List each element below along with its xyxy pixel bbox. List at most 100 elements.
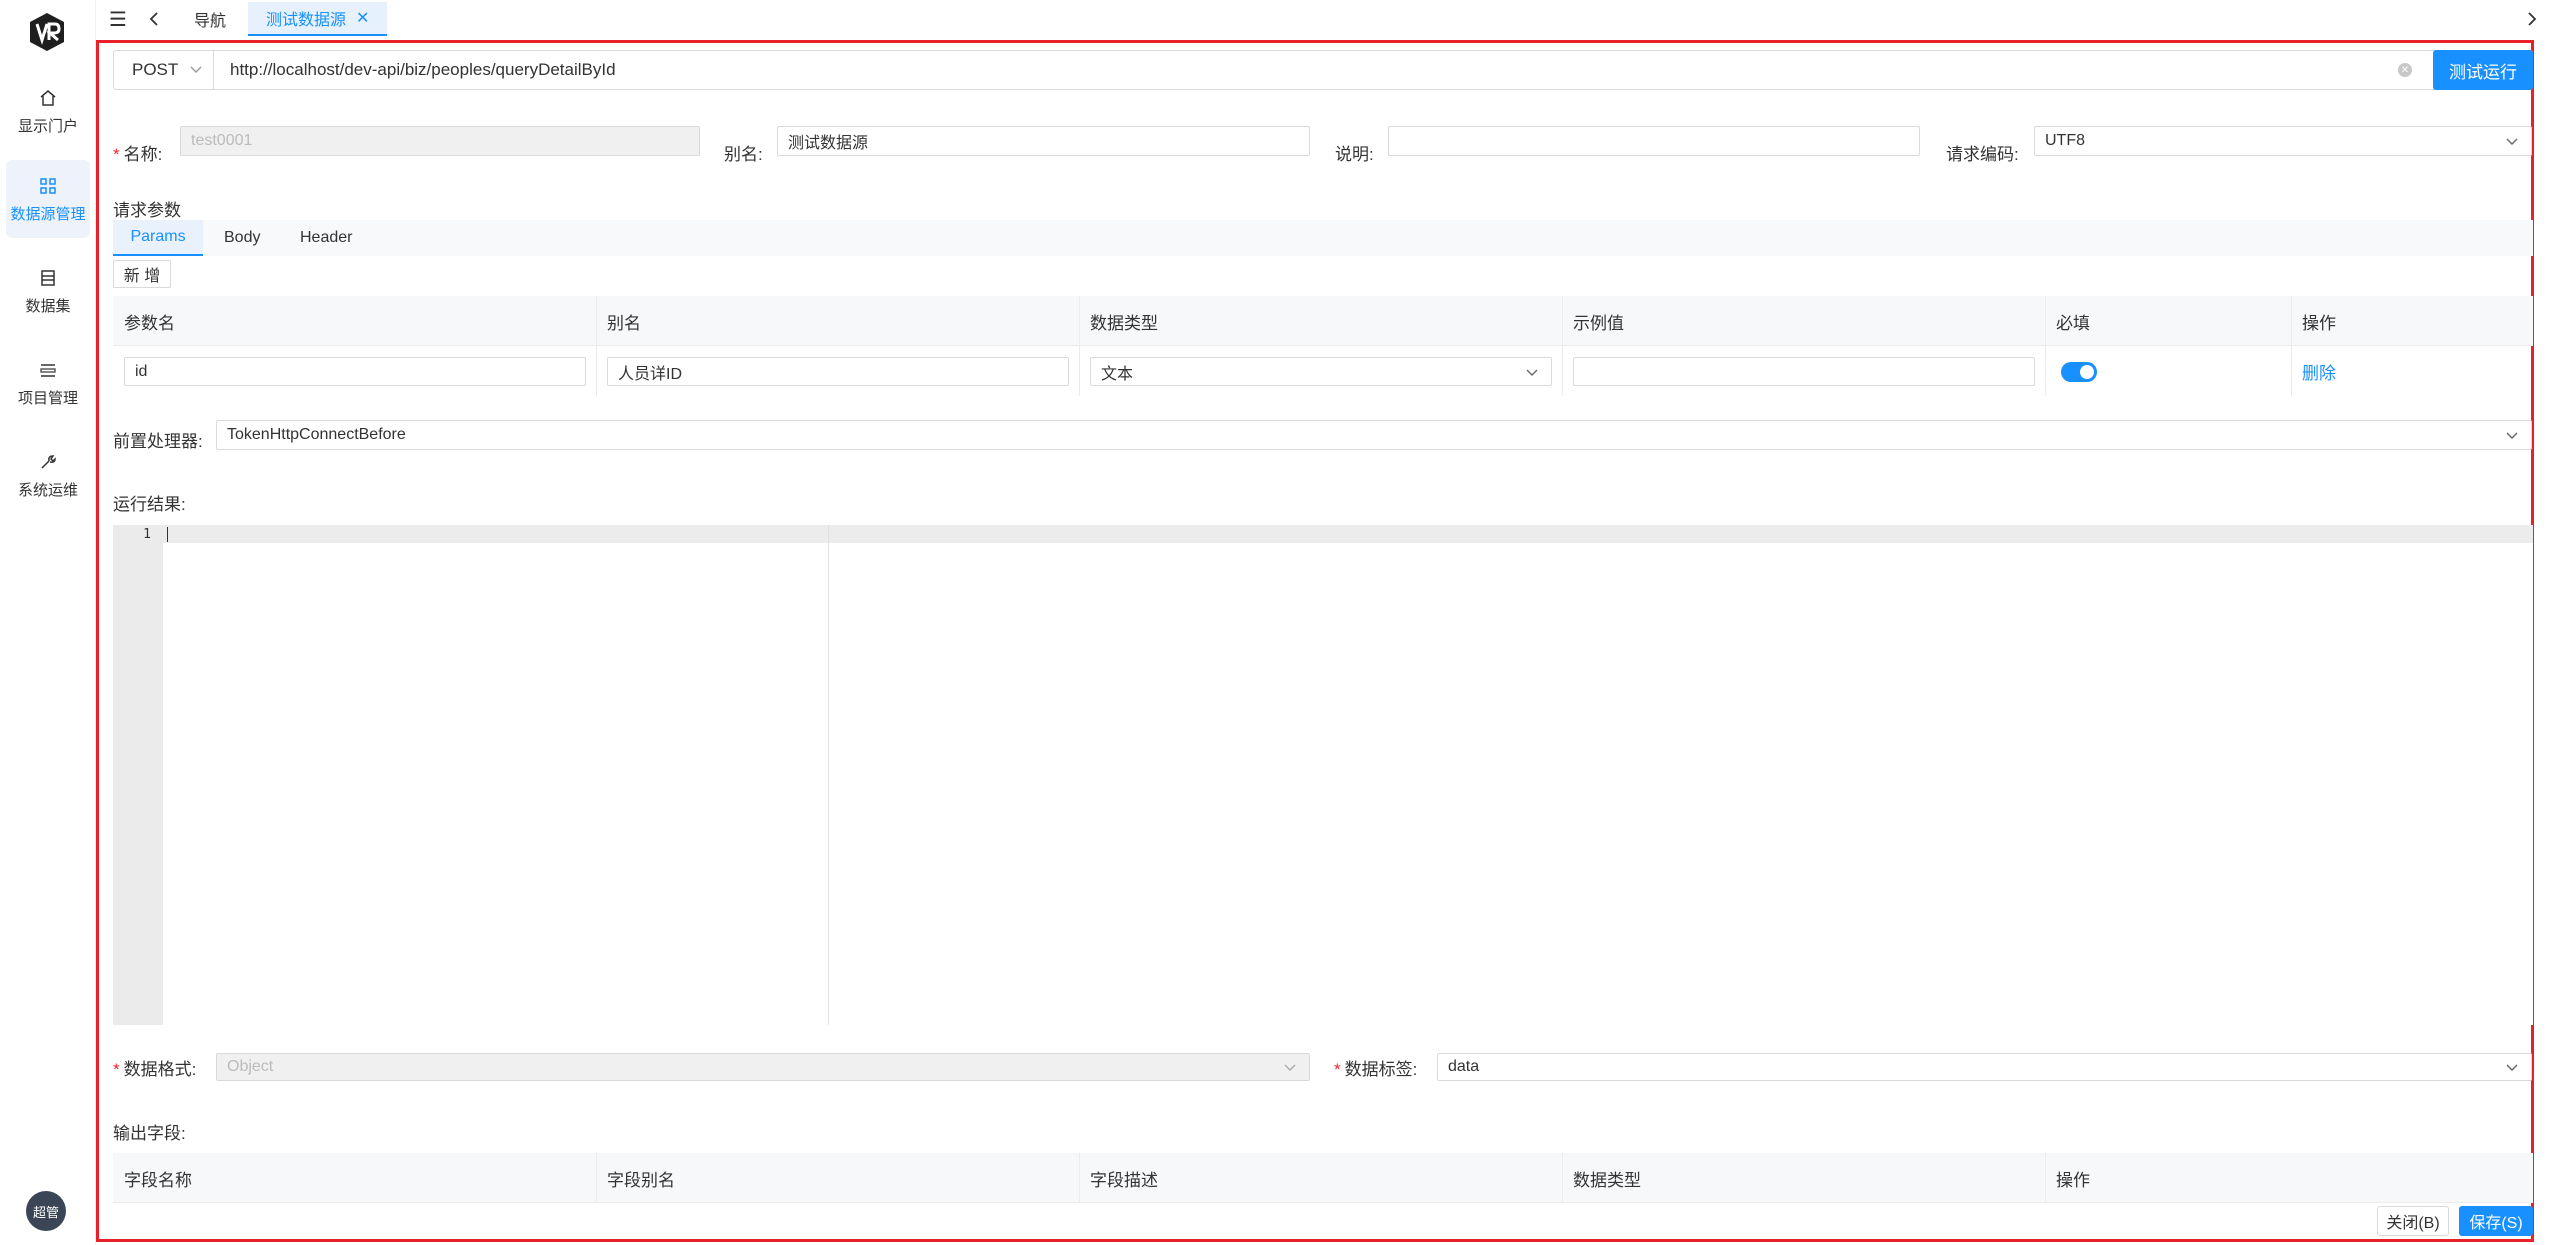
sidebar-item-dataset[interactable]: 数据集 [6,252,90,330]
column-divider [1079,1153,1080,1203]
save-button[interactable]: 保存(S) [2459,1206,2533,1236]
encoding-select[interactable]: UTF8 [2034,126,2532,156]
params-table: 参数名 别名 数据类型 示例值 必填 操作 id 人员详ID 文本 删除 [113,296,2533,396]
clear-icon[interactable]: ✕ [2398,63,2412,77]
alias-field[interactable]: 测试数据源 [777,126,1310,156]
sidebar-item-project[interactable]: 项目管理 [6,344,90,422]
url-input[interactable]: http://localhost/dev-api/biz/peoples/que… [230,51,616,89]
param-type-select[interactable]: 文本 [1090,357,1552,386]
line-number: 1 [143,527,151,542]
tab-label: 测试数据源 [266,12,347,29]
result-code-editor[interactable]: 1 [113,525,2533,1025]
logo-icon[interactable] [28,12,66,52]
col-header-required: 必填 [2056,313,2090,333]
description-field[interactable] [1388,126,1920,156]
sidebar-item-label: 数据集 [25,297,71,315]
datasource-editor-panel: POST http://localhost/dev-api/biz/people… [96,40,2534,1242]
encoding-value: UTF8 [2045,132,2085,149]
close-button[interactable]: 关闭(B) [2377,1206,2449,1236]
col-header-field-type: 数据类型 [1573,1170,1641,1190]
params-section-title: 请求参数 [113,201,181,220]
chevron-down-icon [2506,432,2518,439]
request-url-bar: POST http://localhost/dev-api/biz/people… [113,50,2533,90]
project-icon [37,359,59,381]
col-header-param-name: 参数名 [124,313,175,333]
preprocessor-select[interactable]: TokenHttpConnectBefore [216,420,2532,450]
preprocessor-value: TokenHttpConnectBefore [227,426,406,443]
encoding-label: 请求编码: [1946,145,2019,164]
app-root: 显示门户 数据源管理 数据集 项目管理 系统运维 超管 ☰ 导航 测试数据源 ✕… [0,0,2550,1245]
param-example-input[interactable] [1573,357,2035,386]
avatar[interactable]: 超管 [26,1191,66,1231]
name-label-text: 名称: [123,145,163,164]
col-header-action: 操作 [2302,313,2336,333]
param-name-input[interactable]: id [124,357,586,386]
required-toggle[interactable] [2061,362,2097,382]
close-icon[interactable]: ✕ [356,8,369,28]
method-value: POST [132,60,179,79]
output-fields-label: 输出字段: [113,1124,186,1143]
chevron-down-icon [190,66,202,73]
col-header-field-desc: 字段描述 [1090,1170,1158,1190]
tab-body[interactable]: Body [224,220,260,256]
data-tag-label: * 数据标签: [1334,1060,1418,1079]
params-tabs: Params Body Header [113,220,2533,256]
alias-label: 别名: [724,145,763,164]
method-select[interactable]: POST [114,51,214,89]
delete-link[interactable]: 删除 [2302,346,2336,396]
column-divider [1562,1153,1563,1203]
chevron-down-icon [1284,1064,1296,1071]
column-divider [596,1153,597,1203]
column-divider [1079,296,1080,396]
col-header-field-action: 操作 [2056,1170,2090,1190]
sidebar: 显示门户 数据源管理 数据集 项目管理 系统运维 超管 [0,0,96,1245]
sidebar-item-label: 显示门户 [17,117,78,135]
param-type-value: 文本 [1101,365,1134,383]
sidebar-item-datasource[interactable]: 数据源管理 [6,160,90,238]
param-alias-input[interactable]: 人员详ID [607,357,1069,386]
editor-guide-line [828,525,829,1025]
chevron-right-icon[interactable] [2520,7,2544,31]
column-divider [1562,296,1563,396]
data-format-select: Object [216,1053,1310,1081]
data-tag-value: data [1448,1058,1480,1075]
chevron-left-icon[interactable] [142,7,166,31]
active-line-highlight [163,525,2533,543]
name-label: * 名称: [113,145,163,164]
tab-header[interactable]: Header [300,220,352,256]
add-param-button[interactable]: 新 增 [113,260,171,288]
sidebar-item-label: 数据源管理 [10,205,86,223]
sidebar-item-label: 项目管理 [17,389,78,407]
column-divider [2045,1153,2046,1203]
data-format-value: Object [227,1058,274,1075]
menu-toggle-icon[interactable]: ☰ [106,7,130,31]
column-divider [596,296,597,396]
sidebar-item-portal[interactable]: 显示门户 [6,72,90,150]
tab-bar: ☰ 导航 测试数据源 ✕ [96,0,2550,38]
chevron-down-icon [2506,138,2518,145]
tab-test-datasource[interactable]: 测试数据源 ✕ [248,2,388,36]
description-label: 说明: [1335,145,1374,164]
grid-icon [37,175,59,197]
sidebar-item-ops[interactable]: 系统运维 [6,436,90,514]
column-divider [2291,296,2292,396]
home-icon [37,87,59,109]
tab-label: 导航 [194,13,227,30]
column-divider [2045,296,2046,396]
name-field: test0001 [180,126,700,156]
data-tag-select[interactable]: data [1437,1053,2532,1081]
data-tag-label-text: 数据标签: [1344,1060,1418,1079]
col-header-field-alias: 字段别名 [607,1170,675,1190]
text-cursor [167,527,168,542]
tab-params[interactable]: Params [113,220,203,256]
editor-gutter: 1 [113,525,163,1025]
tab-nav[interactable]: 导航 [176,2,244,36]
col-header-alias: 别名 [607,313,641,333]
wrench-icon [37,451,59,473]
preprocessor-label: 前置处理器: [113,432,203,451]
table-header [113,1153,2533,1203]
col-header-example: 示例值 [1573,313,1624,333]
test-run-button[interactable]: 测试运行 [2433,50,2533,90]
sidebar-item-label: 系统运维 [17,481,78,499]
data-format-label-text: 数据格式: [123,1060,197,1079]
